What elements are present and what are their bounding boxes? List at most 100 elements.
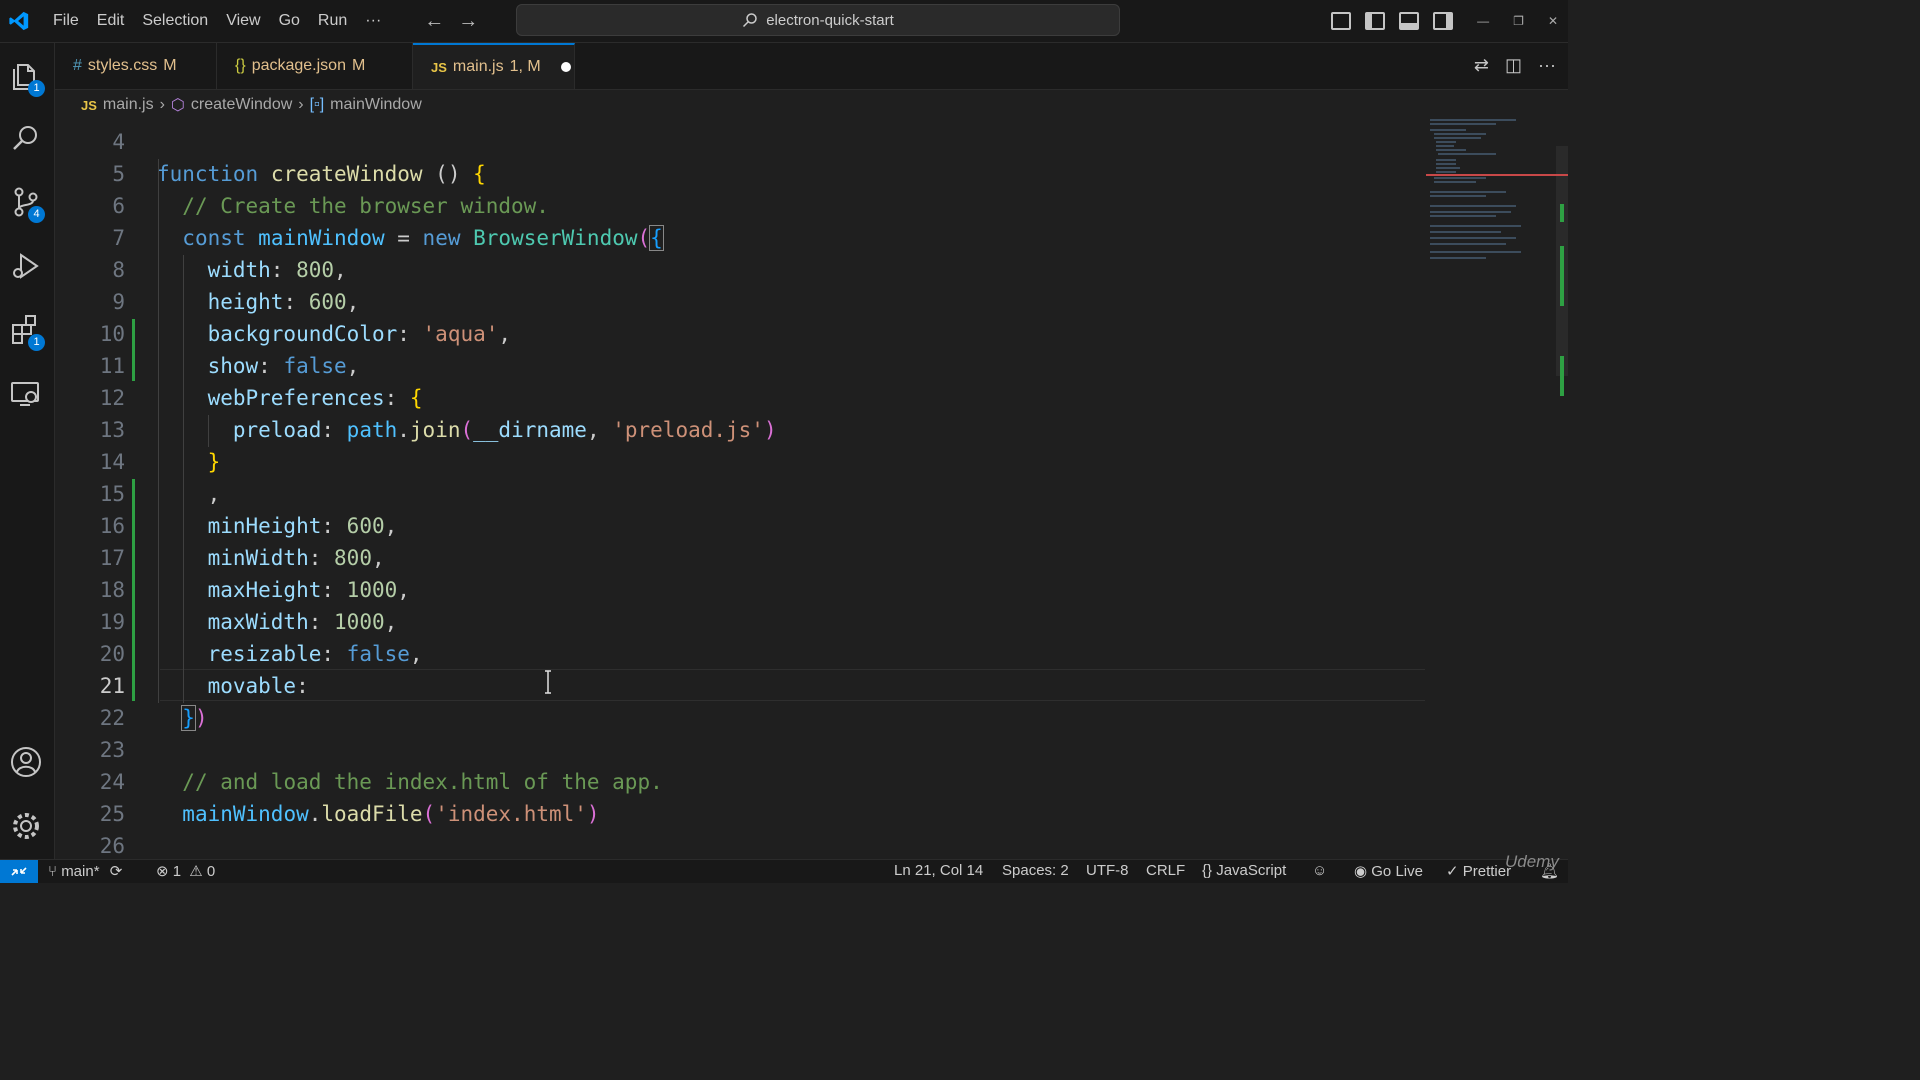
code-line: 19 maxWidth: 1000, [99, 610, 398, 634]
editor-actions: ⇄ ◫ ··· [1474, 55, 1556, 76]
prettier-check-icon: ✓ [1446, 863, 1459, 880]
breadcrumb-function[interactable]: createWindow [191, 96, 292, 114]
code-line: 24 // and load the index.html of the app… [99, 770, 663, 794]
minimap[interactable] [1426, 116, 1556, 276]
code-line: 6 // Create the browser window. [112, 194, 549, 218]
breadcrumb: JS main.js › ⬡ createWindow › [▫] mainWi… [55, 90, 1568, 120]
back-arrow-icon[interactable]: ← [424, 10, 444, 33]
tab-styles-css[interactable]: # styles.css M [55, 43, 217, 89]
toggle-panel-icon[interactable] [1399, 12, 1420, 30]
accounts-icon[interactable] [9, 745, 43, 779]
editor-tab-bar: # styles.css M {} package.json M JS main… [55, 43, 1568, 90]
code-line: 26 [99, 834, 125, 858]
remote-indicator-button[interactable] [0, 860, 38, 883]
tab-label: main.js [452, 58, 504, 75]
menu-go[interactable]: Go [270, 12, 309, 30]
code-line: 25 mainWindow.loadFile('index.html') [99, 802, 600, 826]
code-line: 4 [112, 130, 125, 154]
restore-icon[interactable]: ❐ [1513, 14, 1524, 28]
code-editor[interactable]: 4 5 function createWindow () { 6 // Creat… [55, 122, 1425, 858]
code-line: 13 preload: path.join(__dirname, 'preloa… [99, 418, 777, 442]
menu-selection[interactable]: Selection [133, 12, 217, 30]
go-live-button[interactable]: ◉ Go Live [1354, 862, 1423, 880]
remote-icon [11, 867, 27, 876]
code-line: 14 } [99, 450, 221, 474]
warning-icon: ⚠ [189, 863, 203, 880]
branch-status[interactable]: ⑂ main* ⟳ [48, 862, 122, 880]
tab-status: 1, M [509, 58, 541, 75]
remote-explorer-icon[interactable] [9, 377, 43, 411]
open-changes-icon[interactable]: ⇄ [1474, 55, 1489, 76]
problems-status[interactable]: ⊗ 1 ⚠ 0 [156, 862, 215, 880]
menu-edit[interactable]: Edit [88, 12, 134, 30]
tab-status: M [351, 57, 366, 74]
encoding-status[interactable]: UTF-8 [1086, 862, 1129, 879]
udemy-watermark: Udemy [1505, 852, 1559, 871]
broadcast-icon: ◉ [1354, 863, 1368, 880]
tab-label: package.json [251, 57, 346, 74]
sync-icon: ⟳ [109, 863, 123, 880]
forward-arrow-icon[interactable]: → [458, 10, 478, 33]
menu-more[interactable]: ··· [356, 12, 390, 30]
copilot-icon[interactable]: ☺ [1312, 862, 1327, 879]
code-line: 10 backgroundColor: 'aqua', [99, 322, 512, 346]
customize-layout-icon[interactable] [1331, 12, 1352, 30]
code-line: 18 maxHeight: 1000, [99, 578, 410, 602]
js-file-icon: JS [81, 97, 97, 113]
run-debug-icon[interactable] [9, 249, 43, 283]
variable-icon: [▫] [309, 96, 325, 113]
chevron-right-icon: › [298, 96, 304, 113]
code-line: 22 }) [99, 705, 208, 731]
menu-bar: File Edit Selection View Go Run ··· [44, 12, 390, 30]
source-control-icon[interactable]: 4 [9, 185, 45, 223]
search-icon [743, 13, 757, 28]
split-editor-icon[interactable]: ◫ [1505, 55, 1522, 76]
source-control-badge: 4 [28, 206, 45, 223]
manage-gear-icon[interactable] [9, 809, 43, 843]
eol-status[interactable]: CRLF [1146, 862, 1185, 879]
search-view-icon[interactable] [9, 121, 43, 155]
vscode-logo-icon [9, 11, 29, 31]
code-line: 7 const mainWindow = new BrowserWindow({ [112, 225, 664, 251]
close-icon[interactable]: ✕ [1548, 14, 1558, 28]
toggle-primary-sidebar-icon[interactable] [1365, 12, 1386, 30]
css-file-icon: # [73, 57, 82, 74]
breadcrumb-variable[interactable]: mainWindow [330, 96, 422, 114]
code-line: 12 webPreferences: { [99, 386, 423, 410]
minimize-icon[interactable]: — [1477, 14, 1489, 28]
tab-label: styles.css [87, 57, 158, 74]
language-mode[interactable]: {} JavaScript [1202, 862, 1286, 879]
code-line-current: 21 movable: [99, 674, 322, 698]
indentation-status[interactable]: Spaces: 2 [1002, 862, 1069, 879]
extensions-badge: 1 [28, 334, 45, 351]
code-line: 23 [99, 738, 125, 762]
layout-controls: — ❐ ✕ [1331, 0, 1568, 42]
unsaved-dot-icon[interactable] [560, 62, 571, 72]
extensions-icon[interactable]: 1 [9, 313, 45, 351]
code-line: 16 minHeight: 600, [99, 514, 398, 538]
prettier-status[interactable]: ✓ Prettier [1446, 862, 1511, 880]
more-actions-icon[interactable]: ··· [1538, 55, 1556, 76]
code-line: 11 show: false, [99, 354, 360, 378]
status-bar: ⑂ main* ⟳ ⊗ 1 ⚠ 0 Ln 21, Col 14 Spaces: … [0, 852, 1568, 883]
code-line: 17 minWidth: 800, [99, 546, 385, 570]
braces-icon: {} [1202, 862, 1213, 879]
tab-package-json[interactable]: {} package.json M [217, 43, 413, 89]
breadcrumb-file[interactable]: main.js [103, 96, 154, 114]
menu-file[interactable]: File [44, 12, 88, 30]
command-center-label: electron-quick-start [766, 11, 894, 29]
title-bar: File Edit Selection View Go Run ··· ← → … [0, 0, 1568, 43]
code-line: 20 resizable: false, [99, 642, 423, 666]
code-line: 9 height: 600, [112, 290, 360, 314]
cursor-position[interactable]: Ln 21, Col 14 [894, 862, 983, 879]
tab-status: M [163, 57, 177, 74]
js-file-icon: JS [431, 59, 447, 75]
menu-run[interactable]: Run [309, 12, 356, 30]
explorer-icon[interactable]: 1 [9, 59, 45, 97]
menu-view[interactable]: View [217, 12, 269, 30]
toggle-secondary-sidebar-icon[interactable] [1433, 12, 1454, 30]
scrollbar[interactable] [1556, 116, 1568, 416]
tab-main-js[interactable]: JS main.js 1, M [413, 43, 575, 89]
error-icon: ⊗ [156, 863, 169, 880]
command-center[interactable]: electron-quick-start [516, 4, 1120, 36]
